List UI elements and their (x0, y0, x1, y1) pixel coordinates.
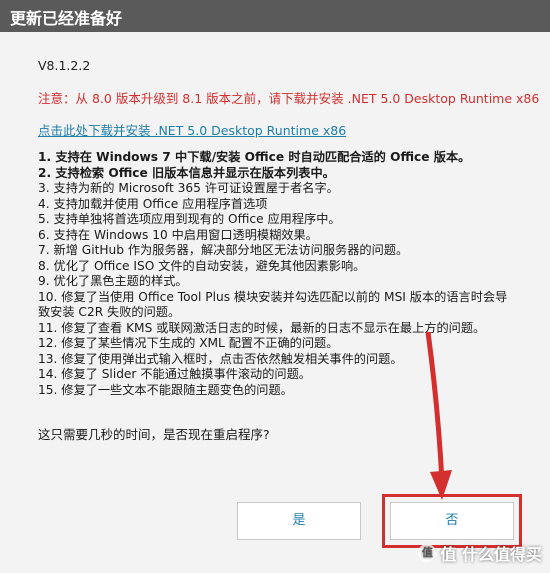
changelog-item: 9. 优化了黑色主题的样式。 (38, 274, 188, 288)
dialog-content: V8.1.2.2 注意：从 8.0 版本升级到 8.1 版本之前，请下载并安装 … (0, 32, 550, 573)
changelog-item: 4. 支持加载并使用 Office 应用程序首选项 (38, 196, 268, 211)
title-bar: 更新已经准备好 (0, 0, 550, 32)
download-runtime-link[interactable]: 点击此处下载并安装 .NET 5.0 Desktop Runtime x86 (38, 120, 346, 139)
changelog-item: 7. 新增 GitHub 作为服务器，解决部分地区无法访问服务器的问题。 (38, 243, 409, 257)
changelog-item: 3. 支持为新的 Microsoft 365 许可证设置屋于者名字。 (38, 181, 339, 195)
yes-button[interactable]: 是 (237, 502, 361, 540)
restart-question: 这只需要几秒的时间，是否现在重启程序? (38, 427, 270, 442)
watermark: 值 值 什么值得买 (418, 541, 542, 565)
changelog-item: 10. 修复了当使用 Office Tool Plus 模块安装并勾选匹配以前的… (38, 289, 508, 304)
window-title: 更新已经准备好 (10, 9, 123, 28)
changelog-item: 1. 支持在 Windows 7 中下载/安装 Office 时自动匹配合适的 … (38, 150, 471, 164)
watermark-logo-icon: 值 (418, 544, 437, 562)
changelog-item: 2. 支持检索 Office 旧版本信息并显示在版本列表中。 (38, 165, 335, 180)
changelog-item: 8. 优化了 Office ISO 文件的自动安装，避免其他因素影响。 (38, 258, 366, 273)
changelog-item: 致安装 C2R 失败的问题。 (38, 305, 181, 319)
version-label: V8.1.2.2 (38, 58, 91, 73)
highlight-box-annotation (382, 494, 522, 548)
upgrade-notice: 注意：从 8.0 版本升级到 8.1 版本之前，请下载并安装 .NET 5.0 … (38, 91, 540, 106)
red-arrow-annotation (425, 332, 452, 500)
watermark-text: 值 什么值得买 (440, 545, 542, 564)
changelog-item: 6. 支持在 Windows 10 中启用窗口透明模糊效果。 (38, 227, 318, 242)
changelog-item: 5. 支持单独将首选项应用到现有的 Office 应用程序中。 (38, 212, 341, 226)
